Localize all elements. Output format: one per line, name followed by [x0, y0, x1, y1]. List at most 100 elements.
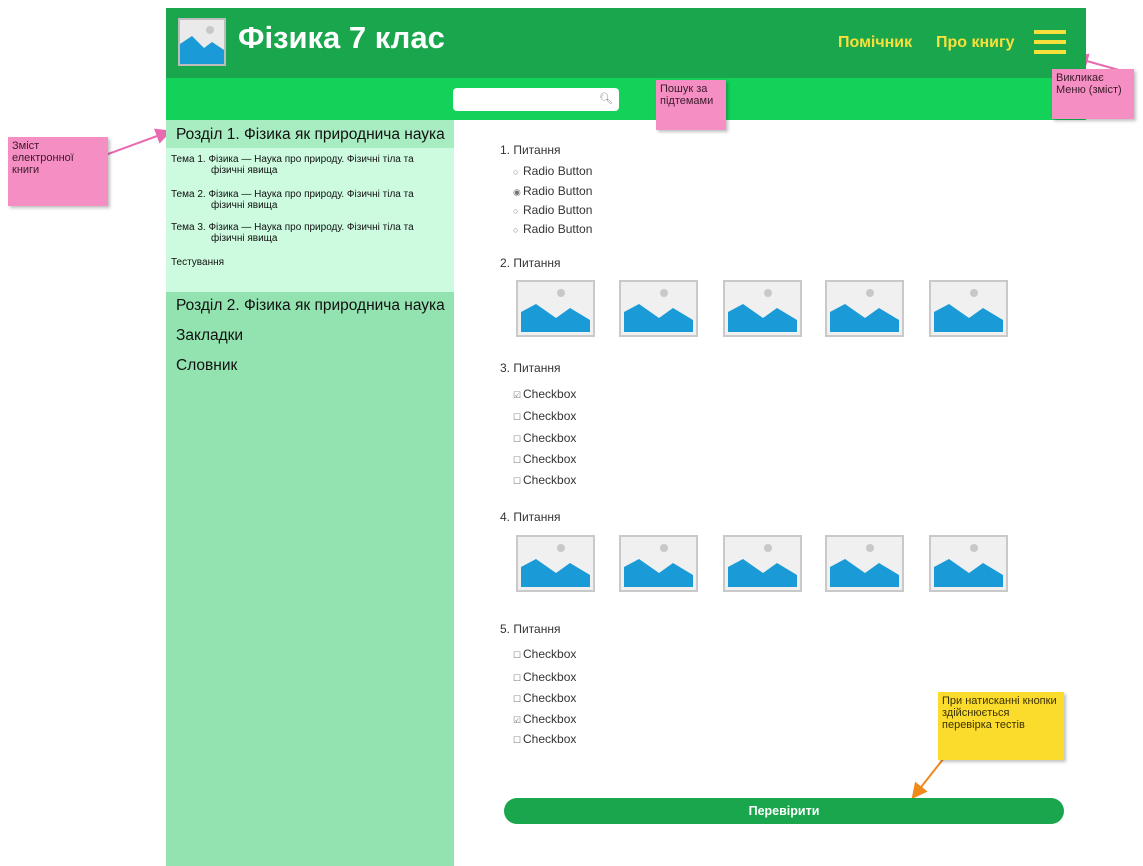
q3-checkbox-option[interactable]: ☑ Checkbox: [513, 387, 576, 401]
question-5-title: 5. Питання: [500, 622, 561, 636]
checkbox-checked-icon: ☑: [513, 390, 522, 400]
sidebar-topic-1[interactable]: Тема 1. Фізика — Наука про природу. Фізи…: [171, 154, 451, 176]
page: Фізика 7 клас Помічник Про книгу 🔍︎ Розд…: [0, 0, 1143, 866]
sidebar-topic-2[interactable]: Тема 2. Фізика — Наука про природу. Фізи…: [171, 189, 451, 211]
q4-image-option-1[interactable]: [516, 535, 595, 592]
checkbox-icon: ☐: [513, 434, 522, 444]
topic-1-line2: фізичні явища: [211, 165, 278, 176]
radio-selected-icon: ◉: [513, 187, 521, 197]
hamburger-menu-icon[interactable]: [1034, 30, 1066, 56]
radio-icon: ○: [513, 225, 519, 235]
search-box: 🔍︎: [453, 88, 619, 111]
search-input[interactable]: [459, 90, 595, 109]
q5-checkbox-option[interactable]: ☐ Checkbox: [513, 691, 576, 705]
image-placeholder-icon: [931, 537, 1006, 590]
q3-checkbox-option[interactable]: ☐ Checkbox: [513, 409, 576, 423]
sidebar-item-testing[interactable]: Тестування: [171, 257, 451, 268]
q4-image-option-5[interactable]: [929, 535, 1008, 592]
image-placeholder-icon: [621, 537, 696, 590]
sidebar-item-dictionary[interactable]: Словник: [176, 357, 237, 375]
q3-option-label: Checkbox: [523, 387, 577, 401]
q3-option-label: Checkbox: [523, 452, 577, 466]
q2-image-option-4[interactable]: [825, 280, 904, 337]
sidebar-section-2-title[interactable]: Розділ 2. Фізика як природнича наука: [176, 297, 445, 315]
checkbox-icon: ☐: [513, 673, 522, 683]
sidebar-section-1-title: Розділ 1. Фізика як природнича наука: [176, 126, 445, 143]
annotation-search-note: Пошук за підтемами: [656, 80, 726, 130]
q3-checkbox-option[interactable]: ☐ Checkbox: [513, 452, 576, 466]
question-4-title: 4. Питання: [500, 510, 561, 524]
topic-3-line2: фізичні явища: [211, 233, 278, 244]
question-3-title: 3. Питання: [500, 361, 561, 375]
q1-option-label: Radio Button: [523, 184, 593, 198]
q2-image-option-2[interactable]: [619, 280, 698, 337]
image-placeholder-icon: [725, 537, 800, 590]
topic-1-line1: Тема 1. Фізика — Наука про природу. Фізи…: [171, 154, 414, 165]
sidebar-contents: Розділ 1. Фізика як природнича наука Тем…: [166, 120, 454, 866]
image-placeholder-icon: [725, 282, 800, 335]
q5-checkbox-option[interactable]: ☐ Checkbox: [513, 732, 576, 746]
image-placeholder-icon: [827, 537, 902, 590]
q5-option-label: Checkbox: [523, 691, 577, 705]
q1-radio-option[interactable]: ○ Radio Button: [513, 203, 592, 217]
checkbox-icon: ☐: [513, 694, 522, 704]
checkbox-icon: ☐: [513, 735, 522, 745]
q1-radio-option[interactable]: ◉ Radio Button: [513, 184, 592, 198]
checkbox-icon: ☐: [513, 476, 522, 486]
topic-3-line1: Тема 3. Фізика — Наука про природу. Фізи…: [171, 222, 414, 233]
q3-option-label: Checkbox: [523, 431, 577, 445]
q3-checkbox-option[interactable]: ☐ Checkbox: [513, 473, 576, 487]
image-placeholder-icon: [518, 537, 593, 590]
q1-option-label: Radio Button: [523, 164, 593, 178]
q1-radio-option[interactable]: ○ Radio Button: [513, 164, 592, 178]
q4-image-option-2[interactable]: [619, 535, 698, 592]
sidebar-section-1-header[interactable]: Розділ 1. Фізика як природнича наука: [166, 120, 454, 148]
image-placeholder-icon: [931, 282, 1006, 335]
search-icon[interactable]: 🔍︎: [599, 92, 613, 105]
q5-option-label: Checkbox: [523, 670, 577, 684]
sidebar-topic-3[interactable]: Тема 3. Фізика — Наука про природу. Фізи…: [171, 222, 451, 244]
q1-option-label: Radio Button: [523, 203, 593, 217]
image-placeholder-icon: [621, 282, 696, 335]
sidebar-item-bookmarks[interactable]: Закладки: [176, 327, 243, 345]
nav-about-link[interactable]: Про книгу: [936, 34, 1015, 52]
q3-checkbox-option[interactable]: ☐ Checkbox: [513, 431, 576, 445]
q5-option-label: Checkbox: [523, 647, 577, 661]
check-button[interactable]: Перевірити: [504, 798, 1064, 824]
q4-image-option-3[interactable]: [723, 535, 802, 592]
q1-option-label: Radio Button: [523, 222, 593, 236]
q2-image-option-1[interactable]: [516, 280, 595, 337]
annotation-menu-note: Викликає Меню (зміст): [1052, 69, 1134, 119]
checkbox-icon: ☐: [513, 455, 522, 465]
q5-option-label: Checkbox: [523, 732, 577, 746]
q2-image-option-3[interactable]: [723, 280, 802, 337]
q5-checkbox-option[interactable]: ☐ Checkbox: [513, 647, 576, 661]
q5-option-label: Checkbox: [523, 712, 577, 726]
q3-option-label: Checkbox: [523, 409, 577, 423]
radio-icon: ○: [513, 167, 519, 177]
question-1-title: 1. Питання: [500, 143, 561, 157]
topic-2-line1: Тема 2. Фізика — Наука про природу. Фізи…: [171, 189, 414, 200]
annotation-contents-note: Зміст електронної книги: [8, 137, 108, 206]
q1-radio-option[interactable]: ○ Radio Button: [513, 222, 592, 236]
q5-checkbox-option[interactable]: ☐ Checkbox: [513, 670, 576, 684]
checkbox-checked-icon: ☑: [513, 715, 522, 725]
sidebar-section-1: Розділ 1. Фізика як природнича наука Тем…: [166, 120, 454, 292]
arrow-check: [911, 757, 945, 800]
question-2-title: 2. Питання: [500, 256, 561, 270]
checkbox-icon: ☐: [513, 650, 522, 660]
image-placeholder-icon: [518, 282, 593, 335]
annotation-check-note: При натисканні кнопки здійснюється перев…: [938, 692, 1064, 760]
q2-image-option-5[interactable]: [929, 280, 1008, 337]
image-placeholder-icon: [178, 18, 226, 66]
arrow-contents: [99, 128, 172, 158]
topic-2-line2: фізичні явища: [211, 200, 278, 211]
app-title: Фізика 7 клас: [238, 20, 445, 55]
app-header: Фізика 7 клас Помічник Про книгу: [166, 8, 1086, 78]
nav-helper-link[interactable]: Помічник: [838, 34, 912, 52]
radio-icon: ○: [513, 206, 519, 216]
checkbox-icon: ☐: [513, 412, 522, 422]
q5-checkbox-option[interactable]: ☑ Checkbox: [513, 712, 576, 726]
q4-image-option-4[interactable]: [825, 535, 904, 592]
image-placeholder-icon: [827, 282, 902, 335]
